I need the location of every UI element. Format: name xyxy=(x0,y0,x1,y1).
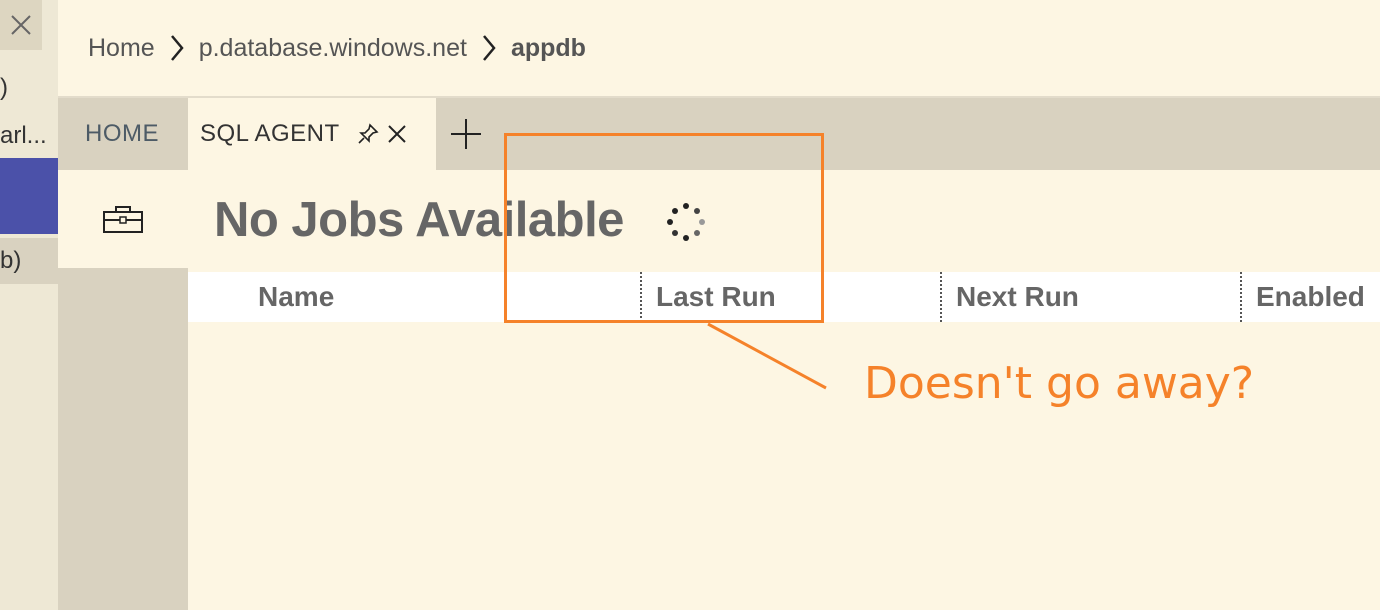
app-window: ) arl... b) Home p.database.windows.net … xyxy=(0,0,1380,610)
annotation-text: Doesn't go away? xyxy=(864,358,1255,409)
annotation-arrow xyxy=(707,322,827,390)
